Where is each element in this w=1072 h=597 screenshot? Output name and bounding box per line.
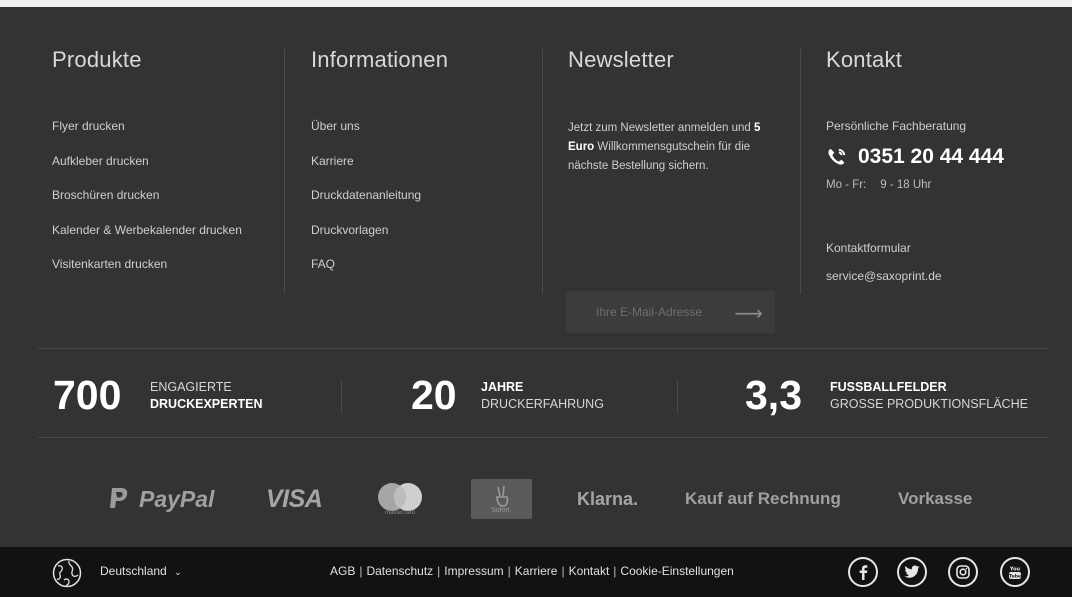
klarna-label: Klarna. <box>577 488 639 509</box>
newsletter-text-post: Willkommensgutschein für die nächste Bes… <box>568 141 751 172</box>
link-karriere[interactable]: Karriere <box>311 154 421 189</box>
hours-days: Mo - Fr: <box>826 179 867 191</box>
newsletter-form: ⟶ <box>566 291 775 333</box>
newsletter-text-pre: Jetzt zum Newsletter anmelden und <box>568 122 751 134</box>
twitter-button[interactable] <box>897 557 927 587</box>
payment-vorkasse: Vorkasse <box>898 477 972 521</box>
stat-line1: FUSSBALLFELDER <box>830 380 947 394</box>
youtube-you-text: You <box>1009 567 1021 573</box>
link-agb[interactable]: AGB <box>330 564 355 578</box>
link-broschueren-drucken[interactable]: Broschüren drucken <box>52 188 242 223</box>
chevron-down-icon: ⌄ <box>174 567 182 577</box>
payment-sofort: Sofort. <box>471 477 532 521</box>
sofort-label: Sofort. <box>491 506 512 514</box>
link-kontakt[interactable]: Kontakt <box>569 564 610 578</box>
link-visitenkarten-drucken[interactable]: Visitenkarten drucken <box>52 257 242 292</box>
column-newsletter: Newsletter Jetzt zum Newsletter anmelden… <box>566 47 775 333</box>
link-faq[interactable]: FAQ <box>311 257 421 292</box>
phone-number[interactable]: 0351 20 44 444 <box>826 145 1004 169</box>
column-divider <box>542 49 543 294</box>
kontakt-label: Persönliche Fachberatung <box>826 119 967 133</box>
globe-icon <box>52 558 82 588</box>
phone-number-text: 0351 20 44 444 <box>858 145 1004 168</box>
hand-peace-icon <box>495 485 508 507</box>
column-informationen: Informationen Über uns Karriere Druckdat… <box>311 47 449 271</box>
stat-line2: DRUCKERFAHRUNG <box>481 397 604 411</box>
hours-time: 9 - 18 Uhr <box>880 179 932 191</box>
column-title-produkte: Produkte <box>52 47 142 72</box>
newsletter-description: Jetzt zum Newsletter anmelden und 5 Euro… <box>568 119 778 176</box>
column-kontakt: Kontakt Persönliche Fachberatung 0351 20… <box>826 47 1004 283</box>
facebook-icon <box>859 565 868 580</box>
link-druckdatenanleitung[interactable]: Druckdatenanleitung <box>311 188 421 223</box>
link-kontaktformular[interactable]: Kontaktformular <box>826 241 911 255</box>
footer-main: Produkte Flyer drucken Aufkleber drucken… <box>0 7 1072 547</box>
link-email[interactable]: service@saxoprint.de <box>826 269 942 283</box>
stat-line2: DRUCKEXPERTEN <box>150 397 263 411</box>
separator: | <box>613 564 617 578</box>
phone-icon <box>828 149 846 166</box>
arrow-right-icon[interactable]: ⟶ <box>734 301 763 326</box>
youtube-icon: You Tube <box>1009 567 1021 580</box>
legal-links: AGB | Datenschutz | Impressum | Karriere | Konta… <box>330 564 734 578</box>
column-title-informationen: Informationen <box>311 47 449 72</box>
link-cookie-einstellungen[interactable]: Cookie-Einstellungen <box>620 564 733 578</box>
instagram-icon <box>956 565 970 579</box>
produkte-link-list: Flyer drucken Aufkleber drucken Broschür… <box>52 119 242 292</box>
country-selector[interactable]: Deutschland ⌄ <box>100 564 182 578</box>
column-title-newsletter: Newsletter <box>568 47 674 72</box>
stat-line1: JAHRE <box>481 380 524 394</box>
country-label: Deutschland <box>100 564 167 578</box>
top-strip <box>0 0 1072 7</box>
twitter-icon <box>904 565 920 578</box>
stat-divider <box>677 380 678 414</box>
payment-paypal: PayPal <box>107 477 214 521</box>
separator: | <box>507 564 511 578</box>
link-datenschutz[interactable]: Datenschutz <box>366 564 433 578</box>
stat-line2: GROSSE PRODUKTIONSFLÄCHE <box>830 397 1028 411</box>
column-title-kontakt: Kontakt <box>826 47 903 72</box>
vorkasse-label: Vorkasse <box>898 489 973 508</box>
facebook-button[interactable] <box>848 557 878 587</box>
link-karriere-bottom[interactable]: Karriere <box>515 564 558 578</box>
newsletter-email-input[interactable] <box>566 291 756 333</box>
link-ueber-uns[interactable]: Über uns <box>311 119 421 154</box>
footer-bottom-bar: Deutschland ⌄ AGB | Datenschutz | Impressum |… <box>0 547 1072 597</box>
mastercard-label: mastercard <box>384 510 415 516</box>
stat-number: 700 <box>53 372 122 418</box>
stat-divider <box>341 380 342 414</box>
opening-hours: Mo - Fr: 9 - 18 Uhr <box>826 179 931 191</box>
separator: | <box>359 564 363 578</box>
stat-line1: ENGAGIERTE <box>150 380 232 394</box>
column-divider <box>800 49 801 294</box>
link-druckvorlagen[interactable]: Druckvorlagen <box>311 223 421 258</box>
payment-klarna: Klarna. <box>577 477 638 521</box>
rechnung-label: Kauf auf Rechnung <box>685 489 841 508</box>
stat-number: 20 <box>411 372 457 418</box>
stat-number: 3,3 <box>745 372 802 418</box>
column-divider <box>284 49 285 294</box>
link-aufkleber-drucken[interactable]: Aufkleber drucken <box>52 154 242 189</box>
instagram-button[interactable] <box>948 557 978 587</box>
payment-rechnung: Kauf auf Rechnung <box>685 477 841 521</box>
payment-mastercard: mastercard <box>370 477 430 521</box>
link-kalender-drucken[interactable]: Kalender & Werbekalender drucken <box>52 223 242 258</box>
informationen-link-list: Über uns Karriere Druckdatenanleitung Dr… <box>311 119 421 292</box>
visa-label: VISA <box>266 484 323 513</box>
separator: | <box>437 564 441 578</box>
column-produkte: Produkte Flyer drucken Aufkleber drucken… <box>52 47 242 271</box>
divider-line <box>38 437 1048 438</box>
payment-visa: VISA <box>266 477 323 521</box>
separator: | <box>561 564 565 578</box>
divider-line <box>38 348 1048 349</box>
link-flyer-drucken[interactable]: Flyer drucken <box>52 119 242 154</box>
youtube-button[interactable]: You Tube <box>1000 557 1030 587</box>
link-impressum[interactable]: Impressum <box>444 564 503 578</box>
sofort-badge: Sofort. <box>471 479 532 519</box>
paypal-label: PayPal <box>139 485 215 512</box>
youtube-tube-text: Tube <box>1009 574 1021 580</box>
paypal-icon <box>110 488 128 508</box>
